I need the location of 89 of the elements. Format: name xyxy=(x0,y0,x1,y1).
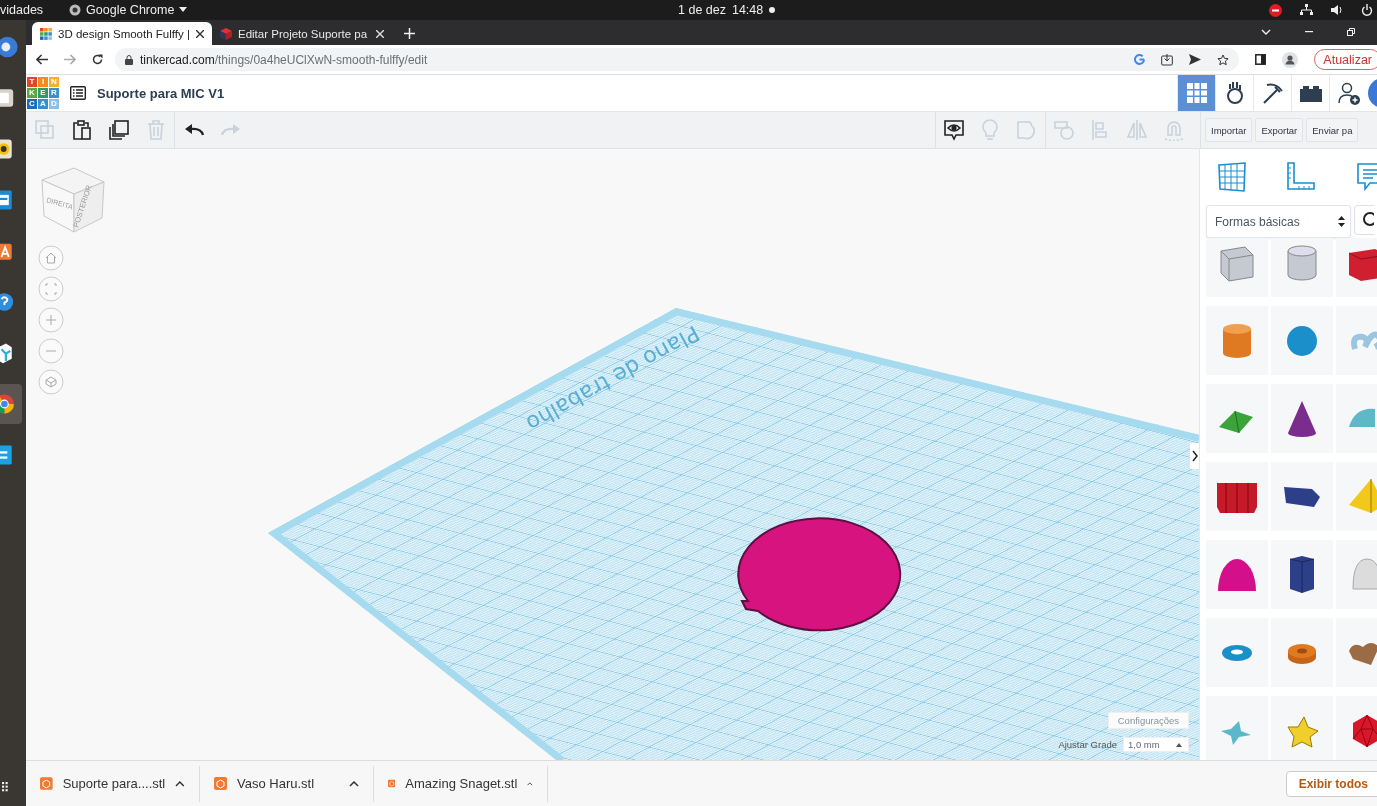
up-down-arrows-icon xyxy=(1338,216,1345,227)
toolbar-button[interactable]: Exportar xyxy=(1255,118,1304,142)
shape-tile[interactable] xyxy=(1271,306,1333,375)
update-button[interactable]: Atualizar xyxy=(1314,49,1377,70)
shape-tile[interactable] xyxy=(1206,540,1268,609)
close-icon[interactable] xyxy=(196,29,204,38)
copy-icon xyxy=(34,120,55,140)
show-all-button[interactable]: Exibir todos xyxy=(1285,770,1377,797)
list-icon[interactable] xyxy=(70,86,86,100)
shape-tile[interactable] xyxy=(1271,238,1333,297)
google-icon[interactable] xyxy=(1134,54,1146,65)
install-icon[interactable] xyxy=(1161,53,1174,66)
side-panel-icon[interactable] xyxy=(1255,54,1267,65)
chevron-right-icon xyxy=(1191,450,1198,462)
shape-category-select[interactable]: Formas básicas xyxy=(1206,205,1351,238)
logo-tile[interactable]: R xyxy=(49,88,59,98)
browser-tab[interactable]: 3D design Smooth Fulffy | xyxy=(32,22,212,45)
cube-favicon-icon xyxy=(220,27,232,40)
logo-tile[interactable]: T xyxy=(27,77,37,87)
shape-tile[interactable] xyxy=(1206,238,1268,297)
toolbar-button[interactable]: Importar xyxy=(1205,118,1253,142)
minimize-icon[interactable] xyxy=(1305,31,1313,33)
group-icon xyxy=(1015,119,1038,141)
app-name: Google Chrome xyxy=(86,3,175,17)
ruler-icon[interactable] xyxy=(1285,161,1317,193)
send-icon[interactable] xyxy=(1189,54,1202,65)
date-label[interactable]: 1 de dez xyxy=(678,3,726,17)
shape-tile[interactable] xyxy=(1206,462,1268,531)
activities-label[interactable]: vidades xyxy=(0,3,44,17)
duplicate-icon xyxy=(108,120,129,140)
caret-down-icon xyxy=(179,7,188,13)
caret-up-icon[interactable] xyxy=(175,780,185,787)
volume-icon[interactable] xyxy=(1331,4,1343,16)
file-icon xyxy=(214,777,227,790)
download-item[interactable]: Suporte para....stl xyxy=(26,765,200,802)
file-icon xyxy=(388,777,396,790)
browser-tab[interactable]: Editar Projeto Suporte pa xyxy=(212,22,392,45)
category-label: Formas básicas xyxy=(1215,214,1300,229)
shape-tile[interactable] xyxy=(1206,696,1268,760)
workplane-icon[interactable] xyxy=(1216,161,1248,193)
reload-icon[interactable] xyxy=(92,54,103,65)
power-icon[interactable] xyxy=(1361,4,1373,16)
trash-icon xyxy=(145,120,166,140)
collapse-panel-button[interactable] xyxy=(1190,443,1199,469)
notes-icon[interactable] xyxy=(1354,161,1377,193)
logo-tile[interactable]: A xyxy=(38,99,48,109)
dot-icon xyxy=(769,7,776,13)
caret-up-icon xyxy=(1176,742,1182,747)
shape-tile[interactable] xyxy=(1271,696,1333,760)
restore-icon[interactable] xyxy=(1347,28,1355,36)
caret-up-icon[interactable] xyxy=(349,780,359,787)
app-icon xyxy=(69,4,82,16)
toolbar-button[interactable]: Enviar pa xyxy=(1306,118,1359,142)
shape-tile[interactable] xyxy=(1271,618,1333,687)
mirror-icon xyxy=(1126,119,1149,141)
file-icon xyxy=(40,777,53,790)
profile-icon[interactable] xyxy=(1282,51,1299,68)
snap-grid-select[interactable]: 1,0 mm xyxy=(1123,737,1189,752)
magnet-icon xyxy=(1162,119,1185,141)
shape-tile[interactable] xyxy=(1271,540,1333,609)
grid-value: 1,0 mm xyxy=(1128,739,1160,750)
eye-bubble-icon xyxy=(942,119,965,141)
new-tab-icon[interactable] xyxy=(404,28,415,39)
address-field[interactable]: tinkercad.com/things/0a4heUClXwN-smooth-fulffy/edit xyxy=(115,48,1240,71)
user-add-icon xyxy=(1336,81,1361,105)
tiles-favicon-icon xyxy=(40,27,52,40)
no-entry-icon[interactable] xyxy=(1269,3,1282,17)
back-icon[interactable] xyxy=(36,54,48,65)
search-icon[interactable] xyxy=(1354,205,1374,235)
project-title[interactable]: Suporte para MIC V1 xyxy=(97,85,225,101)
avatar-icon[interactable] xyxy=(1367,78,1377,108)
shape-tile[interactable] xyxy=(1271,384,1333,453)
time-label[interactable]: 14:48 xyxy=(731,3,764,17)
shape-tile[interactable] xyxy=(1206,306,1268,375)
shape-tile[interactable] xyxy=(1206,618,1268,687)
chevron-down-icon[interactable] xyxy=(1261,29,1271,35)
shape-tile[interactable] xyxy=(1271,462,1333,531)
download-item[interactable]: Amazing Snaget.stl xyxy=(374,765,548,802)
shape-tile[interactable] xyxy=(1206,384,1268,453)
star-icon[interactable] xyxy=(1217,53,1230,66)
logo-tile[interactable]: C xyxy=(27,99,37,109)
network-icon[interactable] xyxy=(1300,4,1313,16)
grid-icon xyxy=(1184,81,1209,105)
download-item[interactable]: Vaso Haru.stl xyxy=(200,765,374,802)
caret-up-icon[interactable] xyxy=(527,780,533,787)
lock-icon[interactable] xyxy=(125,54,133,65)
snap-grid-label: Ajustar Grade xyxy=(1058,739,1117,750)
paste-icon xyxy=(71,120,92,140)
ungroup-icon xyxy=(1053,119,1076,141)
